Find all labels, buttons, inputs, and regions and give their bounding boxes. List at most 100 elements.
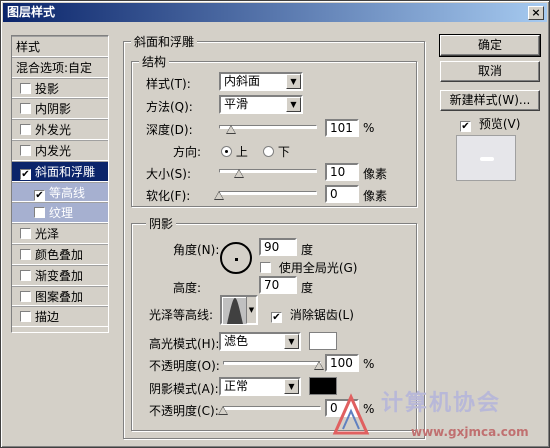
styles-header[interactable]: 样式 [12, 36, 108, 57]
style-item-gradient-overlay[interactable]: 渐变叠加 [12, 264, 108, 286]
highlight-opacity-thumb[interactable] [314, 361, 324, 370]
style-item-bevel-emboss[interactable]: ✔ 斜面和浮雕 [12, 160, 108, 182]
highlight-mode-value: 滤色 [224, 334, 249, 348]
checkbox[interactable] [20, 311, 31, 323]
highlight-opacity-label: 不透明度(O): [149, 359, 220, 373]
checkbox[interactable] [20, 144, 31, 156]
watermark-text: 计算机协会 [381, 391, 502, 416]
global-light-option[interactable]: 使用全局光(G) [260, 259, 358, 276]
altitude-input[interactable]: 70 [259, 276, 297, 294]
chevron-down-icon[interactable]: ▼ [246, 297, 256, 323]
style-item-contour[interactable]: ✔ 等高线 [12, 181, 108, 203]
shadow-mode-dropdown[interactable]: 正常 ▼ [219, 377, 301, 396]
checkbox[interactable] [34, 207, 45, 219]
checkbox[interactable] [20, 269, 31, 281]
checkbox[interactable] [20, 124, 31, 136]
highlight-opacity-input[interactable]: 100 [325, 354, 359, 372]
shading-title: 阴影 [146, 215, 177, 232]
style-item-color-overlay[interactable]: 颜色叠加 [12, 243, 108, 265]
chevron-down-icon[interactable]: ▼ [286, 97, 301, 112]
soften-slider-thumb[interactable] [214, 191, 224, 200]
style-item-label: 斜面和浮雕 [35, 164, 96, 179]
gloss-contour-label: 光泽等高线: [149, 308, 214, 322]
direction-up-option[interactable]: 上 [221, 143, 248, 160]
new-style-button[interactable]: 新建样式(W)... [440, 90, 540, 111]
style-item-label: 渐变叠加 [35, 268, 84, 283]
style-value: 内斜面 [224, 74, 261, 88]
angle-input[interactable]: 90 [259, 238, 297, 256]
checkbox[interactable] [20, 248, 31, 260]
shadow-mode-value: 正常 [224, 379, 249, 393]
angle-label: 角度(N): [173, 243, 220, 257]
shadow-opacity-thumb[interactable] [218, 406, 228, 415]
size-input[interactable]: 10 [325, 163, 359, 181]
highlight-mode-dropdown[interactable]: 滤色 ▼ [219, 332, 301, 351]
gloss-contour-picker[interactable]: ▼ [220, 295, 258, 325]
depth-unit: % [363, 121, 375, 135]
size-slider-thumb[interactable] [234, 169, 244, 178]
structure-title: 结构 [139, 53, 170, 70]
checkbox[interactable] [20, 103, 31, 115]
direction-label: 方向: [173, 145, 202, 159]
shadow-mode-label: 阴影模式(A): [149, 382, 219, 396]
style-item-stroke[interactable]: 描边 [12, 306, 108, 328]
checkbox[interactable]: ✔ [271, 312, 282, 323]
depth-input[interactable]: 101 [325, 119, 359, 137]
style-item-label: 内阴影 [35, 102, 72, 117]
chevron-down-icon[interactable]: ▼ [284, 379, 299, 394]
antialias-option[interactable]: ✔ 消除锯齿(L) [271, 306, 354, 323]
preview-option[interactable]: ✔ 预览(V) [460, 115, 520, 132]
radio-button[interactable] [221, 146, 232, 157]
shadow-opacity-slider[interactable] [223, 406, 321, 410]
style-item-label: 描边 [35, 310, 60, 325]
preview-label: 预览(V) [478, 117, 521, 131]
style-item-texture[interactable]: 纹理 [12, 202, 108, 224]
chevron-down-icon[interactable]: ▼ [284, 334, 299, 349]
altitude-unit: 度 [301, 281, 314, 295]
style-item-label: 等高线 [49, 185, 86, 200]
highlight-color-swatch[interactable] [309, 332, 337, 350]
style-item-inner-shadow[interactable]: 内阴影 [12, 98, 108, 120]
blending-options[interactable]: 混合选项:自定 [12, 56, 108, 78]
style-item-pattern-overlay[interactable]: 图案叠加 [12, 285, 108, 307]
checkbox[interactable]: ✔ [460, 121, 471, 132]
global-light-label: 使用全局光(G) [278, 261, 358, 275]
radio-button[interactable] [263, 146, 274, 157]
style-item-inner-glow[interactable]: 内发光 [12, 139, 108, 161]
bevel-emboss-title: 斜面和浮雕 [131, 33, 198, 50]
checkbox[interactable]: ✔ [34, 189, 45, 201]
soften-label: 软化(F): [146, 189, 191, 203]
style-label: 样式(T): [146, 77, 191, 91]
highlight-opacity-slider[interactable] [223, 361, 321, 365]
depth-slider-thumb[interactable] [226, 125, 236, 134]
checkbox[interactable]: ✔ [20, 168, 31, 180]
direction-down-label: 下 [277, 145, 290, 159]
preview-shape [480, 157, 494, 161]
close-button[interactable]: × [528, 6, 544, 20]
soften-slider[interactable] [219, 191, 317, 195]
method-dropdown[interactable]: 平滑 ▼ [219, 95, 303, 114]
size-label: 大小(S): [146, 167, 192, 181]
style-item-satin[interactable]: 光泽 [12, 223, 108, 244]
shadow-opacity-label: 不透明度(C): [149, 404, 219, 418]
style-item-outer-glow[interactable]: 外发光 [12, 119, 108, 140]
checkbox[interactable] [20, 290, 31, 302]
contour-preview-icon [223, 298, 247, 324]
depth-label: 深度(D): [146, 123, 193, 137]
style-item-label: 纹理 [49, 206, 74, 221]
style-dropdown[interactable]: 内斜面 ▼ [219, 72, 303, 91]
soften-input[interactable]: 0 [325, 185, 359, 203]
method-label: 方法(Q): [146, 100, 193, 114]
checkbox[interactable] [20, 82, 31, 94]
style-item-drop-shadow[interactable]: 投影 [12, 77, 108, 99]
checkbox[interactable] [260, 262, 271, 273]
cancel-button[interactable]: 取消 [440, 61, 540, 82]
watermark-logo-icon [332, 393, 370, 435]
ok-button[interactable]: 确定 [439, 34, 541, 57]
angle-unit: 度 [301, 243, 314, 257]
angle-dial[interactable] [220, 242, 252, 274]
direction-up-label: 上 [235, 145, 248, 159]
chevron-down-icon[interactable]: ▼ [286, 74, 301, 89]
direction-down-option[interactable]: 下 [263, 143, 290, 160]
checkbox[interactable] [20, 228, 31, 240]
